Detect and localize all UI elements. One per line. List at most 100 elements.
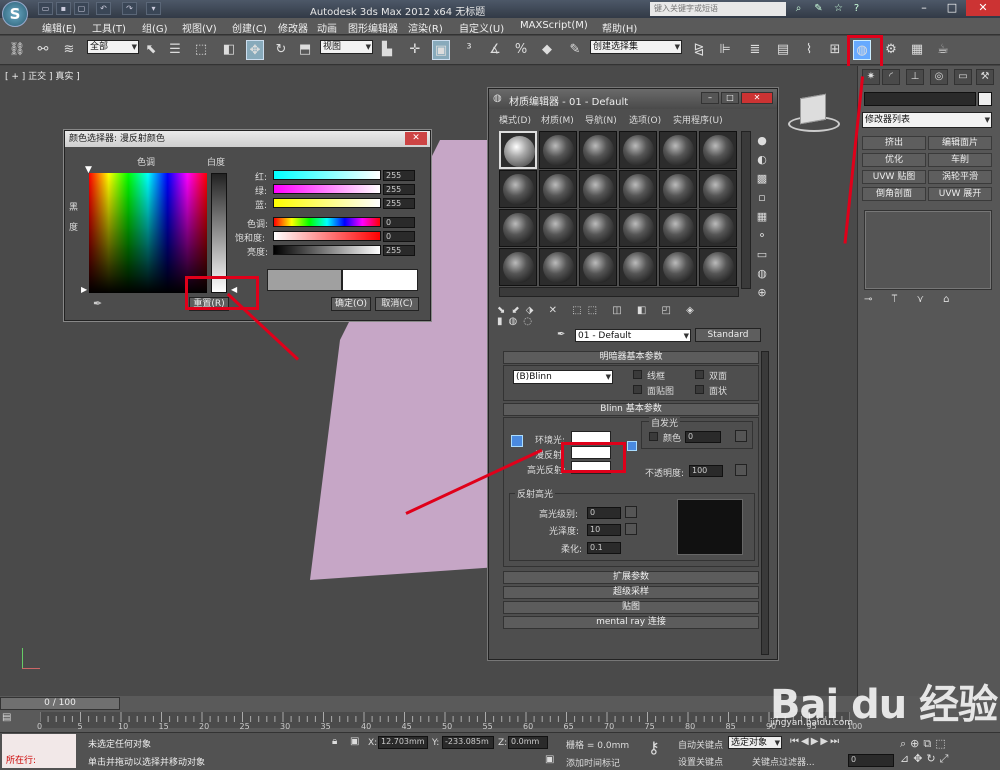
folder-open-icon[interactable]: ▭ — [38, 2, 53, 15]
sample-slot[interactable] — [659, 131, 697, 169]
x-coord-field[interactable]: 12.703mm — [378, 736, 428, 749]
slots-horizontal-scrollbar[interactable] — [499, 287, 739, 297]
shader-basic-rollout[interactable]: 明暗器基本参数 — [503, 351, 759, 364]
sample-slot[interactable] — [659, 170, 697, 208]
faceted-checkbox[interactable] — [695, 385, 704, 394]
display-tab-icon[interactable]: ▭ — [954, 69, 972, 85]
menu-options[interactable]: 选项(O) — [629, 113, 661, 126]
hue-value[interactable]: 0 — [383, 217, 415, 228]
modifier-lathe-button[interactable]: 车削 — [928, 153, 992, 167]
unlink-icon[interactable]: ⚯ — [34, 40, 52, 60]
modifier-stack-list[interactable] — [864, 210, 992, 290]
sample-slot[interactable] — [499, 248, 537, 286]
red-value[interactable]: 255 — [383, 170, 415, 181]
params-scrollbar[interactable] — [761, 351, 769, 655]
key-mode-dropdown[interactable]: 选定对象 — [728, 736, 782, 749]
spec-level-map-button[interactable] — [625, 506, 637, 518]
material-name-field[interactable]: 01 - Default — [575, 329, 691, 342]
menu-tools[interactable]: 工具(T) — [92, 20, 126, 35]
sample-slot[interactable] — [539, 170, 577, 208]
maps-rollout[interactable]: 贴图 — [503, 601, 759, 614]
face-map-checkbox[interactable] — [633, 385, 642, 394]
self-illum-map-button[interactable] — [735, 430, 747, 442]
tools-icon[interactable]: ✎ — [812, 2, 825, 15]
help-icon[interactable]: ? — [850, 2, 863, 15]
viewcube-icon[interactable] — [788, 93, 840, 134]
eyedropper-icon[interactable]: ✒ — [557, 329, 565, 340]
hue-blackness-box[interactable] — [89, 173, 207, 293]
soften-spinner[interactable]: 0.1 — [587, 542, 621, 554]
rect-selection-icon[interactable]: ⬚ — [192, 40, 210, 60]
angle-snap-icon[interactable]: ∡ — [486, 40, 504, 60]
supersampling-rollout[interactable]: 超级采样 — [503, 586, 759, 599]
sample-slot[interactable] — [699, 170, 737, 208]
blackness-marker-icon[interactable]: ▶ — [81, 285, 87, 294]
bind-space-warp-icon[interactable]: ≋ — [60, 40, 78, 60]
utilities-tab-icon[interactable]: ⚒ — [976, 69, 994, 85]
object-color-swatch[interactable] — [978, 92, 992, 106]
sample-slot[interactable] — [499, 131, 537, 169]
sample-slot[interactable] — [619, 209, 657, 247]
move-icon[interactable]: ✥ — [246, 40, 264, 60]
sample-slot[interactable] — [619, 248, 657, 286]
playback-controls-icons[interactable]: ⏮◀▶▶⏭ — [790, 736, 850, 750]
minimize-button[interactable]: – — [701, 92, 719, 104]
hierarchy-tab-icon[interactable]: ⊥ — [906, 69, 924, 85]
snap-3d-icon[interactable]: ³ — [460, 40, 478, 60]
close-button[interactable]: ✕ — [966, 0, 1000, 16]
pivot-icon[interactable]: ▙ — [378, 40, 396, 60]
sample-slot[interactable] — [579, 248, 617, 286]
align-icon[interactable]: ⊫ — [716, 40, 734, 60]
save-icon[interactable]: ▪ — [56, 2, 71, 15]
current-frame-field[interactable]: 0 — [848, 754, 894, 767]
side-toolbar-icons[interactable]: ● ◐ ▩ ▫ ▦ ⚬ ▭ ◍ ⊕ — [755, 131, 769, 301]
link-icon[interactable]: ⛓ — [8, 40, 26, 60]
select-by-name-icon[interactable]: ☰ — [166, 40, 184, 60]
sample-slot[interactable] — [659, 248, 697, 286]
self-illum-color-checkbox[interactable] — [649, 432, 658, 441]
menu-navigation[interactable]: 导航(N) — [585, 113, 617, 126]
edit-named-sel-icon[interactable]: ✎ — [566, 40, 584, 60]
sample-slot[interactable] — [539, 248, 577, 286]
blue-slider[interactable] — [273, 198, 381, 208]
maximize-button[interactable]: □ — [938, 0, 966, 16]
extended-params-rollout[interactable]: 扩展参数 — [503, 571, 759, 584]
viewport-nav-icons[interactable]: ⌕⊕⧉⬚ ⊿✥↻⤢ — [900, 736, 998, 766]
y-coord-field[interactable]: -233.085m — [442, 736, 494, 749]
sample-slot[interactable] — [579, 170, 617, 208]
eyedropper-icon[interactable]: ✒ — [93, 297, 102, 310]
z-coord-field[interactable]: 0.0mm — [508, 736, 548, 749]
scale-icon[interactable]: ⬒ — [296, 40, 314, 60]
set-key-button[interactable]: 设置关键点 — [678, 755, 723, 768]
named-selection-dropdown[interactable]: 创建选择集 — [590, 40, 682, 54]
menu-help[interactable]: 帮助(H) — [602, 20, 637, 35]
mental-ray-rollout[interactable]: mental ray 连接 — [503, 616, 759, 629]
two-sided-checkbox[interactable] — [695, 370, 704, 379]
select-object-icon[interactable]: ⬉ — [142, 40, 160, 60]
minimize-button[interactable]: – — [910, 0, 938, 16]
modifier-extrude-button[interactable]: 挤出 — [862, 136, 926, 150]
value-slider[interactable] — [273, 245, 381, 255]
menu-graph-editors[interactable]: 图形编辑器 — [348, 20, 398, 35]
menu-create[interactable]: 创建(C) — [232, 20, 267, 35]
blinn-basic-rollout[interactable]: Blinn 基本参数 — [503, 403, 759, 416]
ref-coord-dropdown[interactable]: 视图 — [320, 40, 373, 54]
redo-icon[interactable]: ↷ — [122, 2, 137, 15]
search-input[interactable]: 键入关键字或短语 — [650, 2, 786, 16]
menu-views[interactable]: 视图(V) — [182, 20, 217, 35]
menu-group[interactable]: 组(G) — [142, 20, 168, 35]
app-logo-icon[interactable]: S — [2, 1, 28, 27]
glossiness-spinner[interactable]: 10 — [587, 524, 621, 536]
sample-slot[interactable] — [499, 209, 537, 247]
spec-level-spinner[interactable]: 0 — [587, 507, 621, 519]
opacity-spinner[interactable]: 100 — [689, 465, 723, 477]
selection-filter-dropdown[interactable]: 全部 — [87, 40, 139, 54]
layer-icon[interactable]: ≣ — [746, 40, 764, 60]
menu-edit[interactable]: 编辑(E) — [42, 20, 76, 35]
time-slider[interactable]: 0 / 100 — [0, 697, 120, 710]
cancel-button[interactable]: 取消(C) — [375, 297, 419, 311]
close-button[interactable]: ✕ — [741, 92, 773, 104]
lock-ambient-icon[interactable] — [511, 435, 523, 447]
menu-utilities[interactable]: 实用程序(U) — [673, 113, 723, 126]
schematic-view-icon[interactable]: ⊞ — [826, 40, 844, 60]
